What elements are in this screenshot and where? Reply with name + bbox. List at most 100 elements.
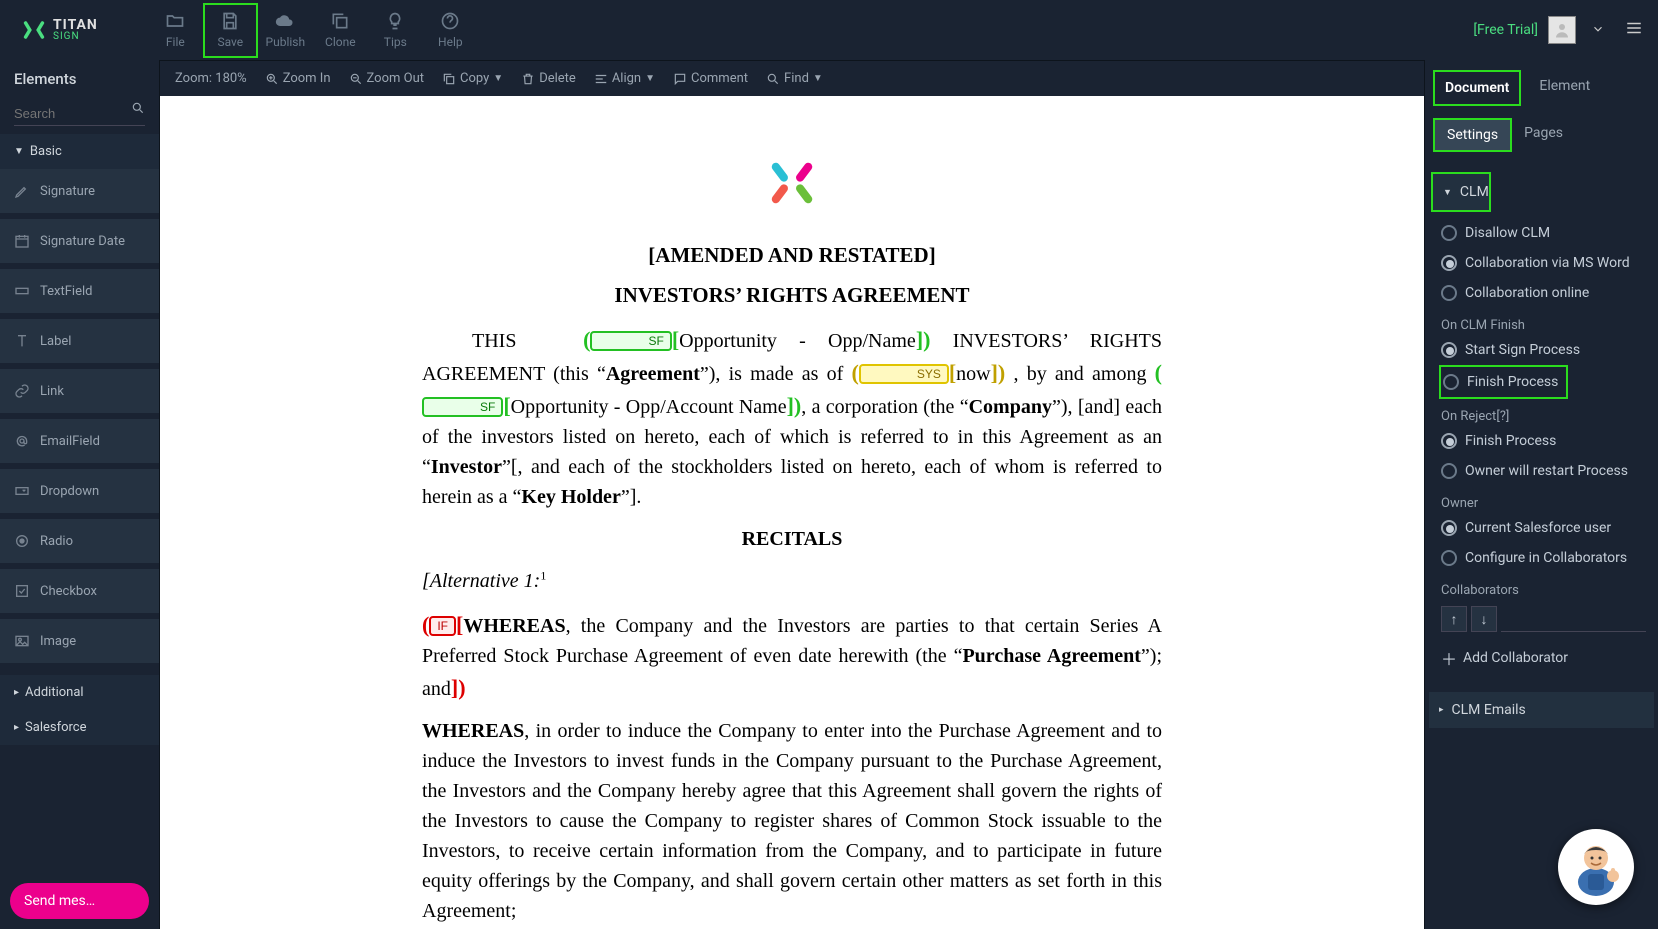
edit-toolbar: Zoom: 180% Zoom In Zoom Out Copy ▼ Delet… [160, 60, 1424, 96]
alternative1: [Alternative 1:1 [422, 566, 1162, 596]
text-icon [14, 333, 30, 349]
main-menu-button[interactable] [1620, 19, 1648, 41]
mascot-icon [1561, 832, 1631, 902]
right-properties-panel: Document Element Settings Pages ▼CLM Dis… [1424, 60, 1658, 929]
document-canvas[interactable]: [AMENDED AND RESTATED] INVESTORS’ RIGHTS… [160, 96, 1424, 929]
radio-configure-collaborators[interactable]: Configure in Collaborators [1439, 543, 1648, 573]
help-icon [440, 11, 460, 31]
align-button[interactable]: Align ▼ [594, 71, 655, 86]
help-mascot[interactable] [1558, 829, 1634, 905]
clm-accordion-header[interactable]: ▼CLM [1431, 172, 1491, 212]
doc-title-line1: [AMENDED AND RESTATED] [422, 240, 1162, 270]
element-dropdown[interactable]: Dropdown [0, 469, 159, 513]
search-icon[interactable] [131, 100, 145, 119]
radio-owner-restart[interactable]: Owner will restart Process [1439, 456, 1648, 486]
cloud-icon [275, 11, 295, 31]
radio-current-sf-user[interactable]: Current Salesforce user [1439, 513, 1648, 543]
person-icon [1553, 21, 1571, 39]
zoom-in-button[interactable]: Zoom In [265, 71, 331, 86]
radio-finish-process-reject[interactable]: Finish Process [1439, 426, 1648, 456]
element-signature-date[interactable]: Signature Date [0, 219, 159, 263]
copy-button[interactable]: Copy ▼ [442, 71, 503, 86]
radio-start-sign-process[interactable]: Start Sign Process [1439, 335, 1648, 365]
merge-field-sys[interactable]: SYS [859, 364, 949, 384]
clone-icon [330, 11, 350, 31]
doc-paragraph-1: THIS (SF[Opportunity - Opp/Name]) INVEST… [422, 323, 1162, 512]
merge-field-sf2[interactable]: SF [422, 397, 503, 417]
salesforce-section-header[interactable]: ▸Salesforce [0, 710, 159, 745]
radio-disallow-clm[interactable]: Disallow CLM [1439, 218, 1648, 248]
save-button[interactable]: Save [203, 3, 258, 58]
brand-logo[interactable]: TITANSIGN [10, 16, 108, 44]
subtab-settings[interactable]: Settings [1433, 118, 1512, 152]
image-icon [14, 633, 30, 649]
zoom-level[interactable]: Zoom: 180% [175, 71, 247, 86]
element-signature[interactable]: Signature [0, 169, 159, 213]
on-reject-label: On Reject[?] [1439, 399, 1648, 426]
element-label[interactable]: Label [0, 319, 159, 363]
basic-section-header[interactable]: ▼Basic [0, 134, 159, 169]
subtab-pages[interactable]: Pages [1512, 118, 1575, 152]
left-elements-panel: Elements ▼Basic Signature Signature Date… [0, 60, 160, 929]
save-icon [220, 11, 240, 31]
free-trial-label[interactable]: [Free Trial] [1473, 22, 1538, 38]
additional-section-header[interactable]: ▸Additional [0, 675, 159, 710]
element-emailfield[interactable]: EmailField [0, 419, 159, 463]
element-image[interactable]: Image [0, 619, 159, 663]
user-avatar[interactable] [1548, 16, 1576, 44]
comment-icon [673, 72, 687, 86]
align-icon [594, 72, 608, 86]
user-menu-chevron[interactable] [1586, 21, 1610, 40]
radio-collab-online[interactable]: Collaboration online [1439, 278, 1648, 308]
file-button[interactable]: File [148, 3, 203, 58]
comment-button[interactable]: Comment [673, 71, 748, 86]
tab-element[interactable]: Element [1529, 70, 1600, 106]
delete-button[interactable]: Delete [521, 71, 576, 86]
merge-field-if[interactable]: IF [429, 616, 456, 636]
find-icon [766, 72, 780, 86]
pencil-icon [14, 183, 30, 199]
on-clm-finish-label: On CLM Finish [1439, 308, 1648, 335]
titan-logo-icon [20, 16, 48, 44]
calendar-icon [14, 233, 30, 249]
element-textfield[interactable]: TextField [0, 269, 159, 313]
collaborators-label: Collaborators [1439, 573, 1648, 600]
trash-icon [521, 72, 535, 86]
bulb-icon [385, 11, 405, 31]
tips-button[interactable]: Tips [368, 3, 423, 58]
brand-sub: SIGN [53, 32, 98, 42]
whereas-2: WHEREAS, in order to induce the Company … [422, 716, 1162, 926]
element-radio[interactable]: Radio [0, 519, 159, 563]
elements-title: Elements [0, 60, 159, 98]
publish-button[interactable]: Publish [258, 3, 313, 58]
recitals-heading: RECITALS [422, 524, 1162, 554]
collab-input[interactable] [1501, 606, 1646, 632]
find-button[interactable]: Find ▼ [766, 71, 823, 86]
owner-label: Owner [1439, 486, 1648, 513]
merge-field-sf[interactable]: SF [590, 331, 671, 351]
collab-move-up[interactable]: ↑ [1441, 606, 1467, 632]
checkbox-icon [14, 583, 30, 599]
radio-collab-msword[interactable]: Collaboration via MS Word [1439, 248, 1648, 278]
doc-title-line2: INVESTORS’ RIGHTS AGREEMENT [422, 280, 1162, 310]
at-icon [14, 433, 30, 449]
element-checkbox[interactable]: Checkbox [0, 569, 159, 613]
folder-icon [165, 11, 185, 31]
clone-button[interactable]: Clone [313, 3, 368, 58]
elements-search-input[interactable] [14, 102, 145, 126]
element-link[interactable]: Link [0, 369, 159, 413]
help-button[interactable]: Help [423, 3, 478, 58]
zoom-out-button[interactable]: Zoom Out [349, 71, 424, 86]
document-page[interactable]: [AMENDED AND RESTATED] INVESTORS’ RIGHTS… [327, 96, 1257, 929]
zoom-out-icon [349, 72, 363, 86]
tab-document[interactable]: Document [1433, 70, 1521, 106]
collab-move-down[interactable]: ↓ [1471, 606, 1497, 632]
whereas-1: (IF[WHEREAS, the Company and the Investo… [422, 608, 1162, 704]
clm-emails-accordion-header[interactable]: ▸CLM Emails [1429, 692, 1654, 728]
radio-icon [14, 533, 30, 549]
radio-finish-process[interactable]: Finish Process [1439, 365, 1568, 399]
dropdown-icon [14, 483, 30, 499]
add-collaborator-button[interactable]: ＋Add Collaborator [1439, 638, 1648, 678]
send-message-button[interactable]: Send mes… [10, 883, 149, 919]
doc-logo [422, 156, 1162, 210]
